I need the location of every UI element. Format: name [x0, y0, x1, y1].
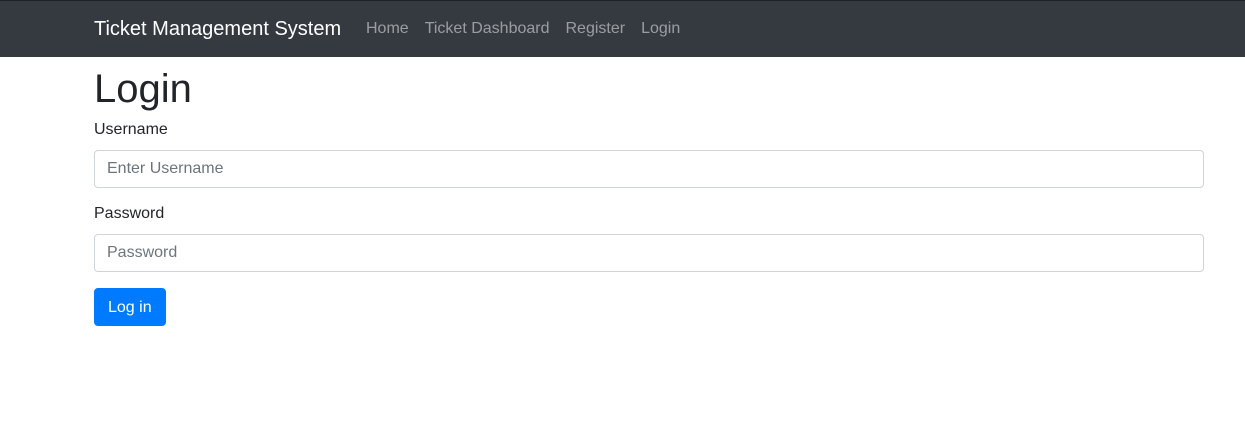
login-button[interactable]: Log in — [94, 288, 166, 326]
nav-links: Home Ticket Dashboard Register Login — [358, 19, 688, 39]
nav-item-login: Login — [633, 19, 688, 39]
username-label: Username — [94, 121, 168, 138]
login-container: Login Username Password Log in — [94, 57, 1204, 326]
nav-item-ticket-dashboard: Ticket Dashboard — [417, 19, 558, 39]
brand-link[interactable]: Ticket Management System — [94, 17, 341, 41]
nav-link-register[interactable]: Register — [557, 19, 633, 39]
nav-link-home[interactable]: Home — [358, 19, 417, 39]
top-navbar: Ticket Management System Home Ticket Das… — [0, 0, 1245, 57]
nav-link-login[interactable]: Login — [633, 19, 688, 39]
password-label: Password — [94, 205, 165, 222]
page-title: Login — [94, 67, 192, 111]
password-group: Password — [94, 204, 1204, 272]
nav-item-home: Home — [358, 19, 417, 39]
username-group: Username — [94, 120, 1204, 188]
password-input[interactable] — [94, 234, 1204, 272]
login-form: Username Password Log in — [94, 120, 1204, 326]
username-input[interactable] — [94, 150, 1204, 188]
nav-item-register: Register — [557, 19, 633, 39]
nav-link-ticket-dashboard[interactable]: Ticket Dashboard — [417, 19, 558, 39]
